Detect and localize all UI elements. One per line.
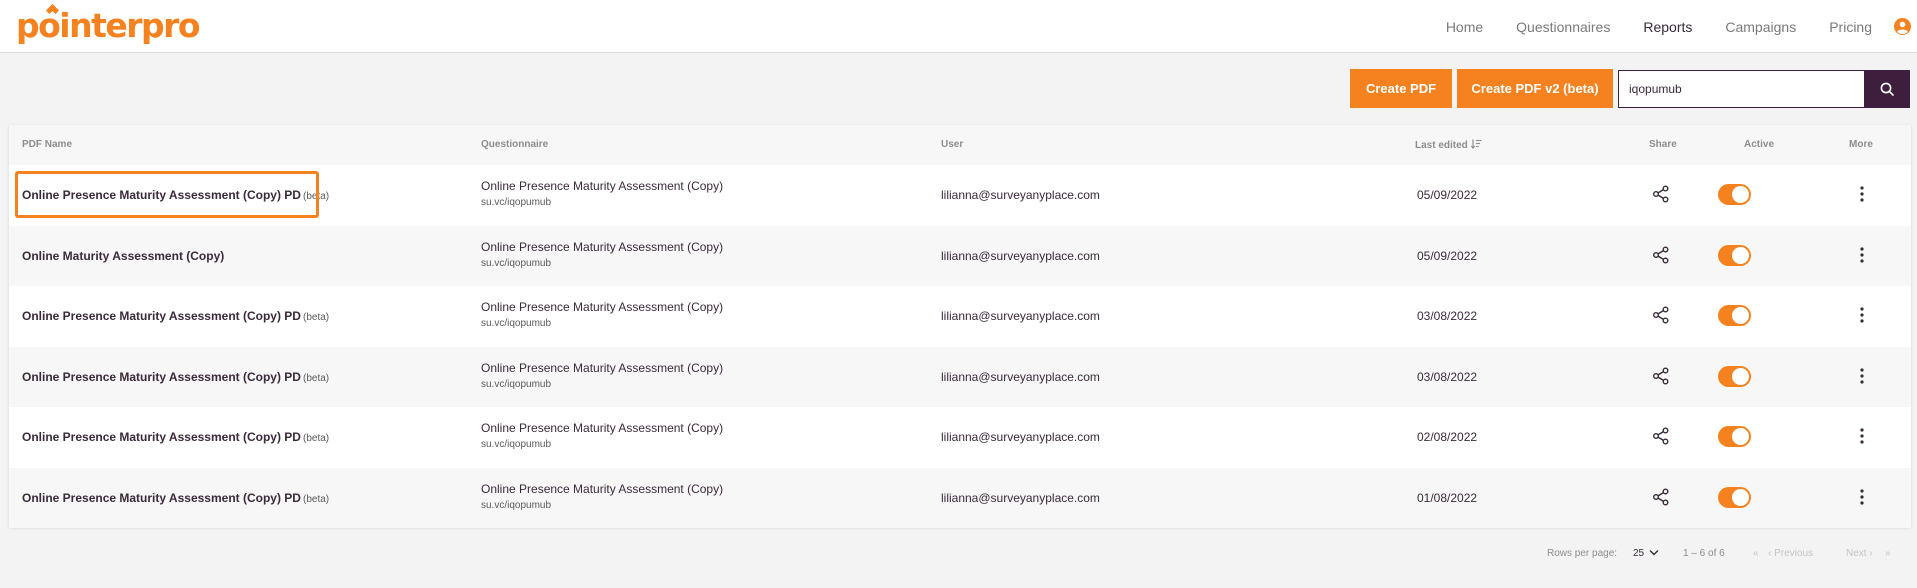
table-header: PDF Name Questionnaire User Last edited … bbox=[9, 125, 1911, 165]
user-email: lilianna@surveyanyplace.com bbox=[941, 369, 1100, 384]
last-page-button[interactable]: » bbox=[1885, 548, 1891, 559]
header-user: User bbox=[941, 139, 964, 150]
pdf-name-link[interactable]: Online Maturity Assessment (Copy) bbox=[22, 249, 224, 263]
table-row[interactable]: Online Presence Maturity Assessment (Cop… bbox=[9, 286, 1911, 346]
questionnaire-link[interactable]: su.vc/iqopumub bbox=[481, 258, 551, 269]
nav-home[interactable]: Home bbox=[1446, 19, 1483, 35]
questionnaire-title: Online Presence Maturity Assessment (Cop… bbox=[481, 300, 724, 314]
more-vertical-icon[interactable] bbox=[1858, 246, 1866, 264]
user-email: lilianna@surveyanyplace.com bbox=[941, 430, 1100, 444]
share-icon[interactable] bbox=[1652, 185, 1670, 203]
search-input[interactable] bbox=[1618, 70, 1864, 108]
active-toggle[interactable] bbox=[1718, 305, 1751, 326]
questionnaire-link[interactable]: su.vc/iqopumub bbox=[481, 318, 551, 329]
header-more: More bbox=[1849, 139, 1873, 150]
active-toggle[interactable] bbox=[1718, 244, 1751, 266]
questionnaire-title: Online Presence Maturity Assessment (Cop… bbox=[481, 421, 724, 435]
header-active: Active bbox=[1744, 139, 1775, 150]
beta-badge: (beta) bbox=[302, 372, 330, 384]
table-row[interactable]: Online Presence Maturity Assessment (Cop… bbox=[9, 407, 1911, 467]
pointerpro-logo[interactable]: pointerpro bbox=[16, 4, 201, 48]
user-email: lilianna@surveyanyplace.com bbox=[941, 309, 1100, 323]
active-toggle[interactable] bbox=[1718, 426, 1751, 447]
share-icon[interactable] bbox=[1652, 427, 1670, 445]
sort-descending-icon bbox=[1470, 139, 1482, 150]
pdf-name-link[interactable]: Online Presence Maturity Assessment (Cop… bbox=[22, 370, 329, 384]
nav-reports[interactable]: Reports bbox=[1643, 19, 1692, 35]
user-email: lilianna@surveyanyplace.com bbox=[941, 248, 1100, 263]
user-email: lilianna@surveyanyplace.com bbox=[941, 490, 1100, 505]
header-last-edited[interactable]: Last edited bbox=[1415, 139, 1482, 151]
more-vertical-icon[interactable] bbox=[1858, 185, 1866, 203]
questionnaire-link[interactable]: su.vc/iqopumub bbox=[481, 500, 551, 511]
questionnaire-title: Online Presence Maturity Assessment (Cop… bbox=[481, 481, 724, 496]
header-share: Share bbox=[1649, 139, 1677, 150]
highlight-box bbox=[15, 171, 319, 218]
user-circle-icon[interactable] bbox=[1894, 18, 1911, 35]
nav-pricing[interactable]: Pricing bbox=[1829, 19, 1872, 35]
questionnaire-link[interactable]: su.vc/iqopumub bbox=[481, 379, 551, 390]
active-toggle[interactable] bbox=[1718, 184, 1751, 205]
table-row[interactable]: Online Maturity Assessment (Copy) Online … bbox=[9, 225, 1911, 286]
last-edited-date: 01/08/2022 bbox=[1417, 490, 1478, 505]
share-icon[interactable] bbox=[1652, 488, 1670, 506]
next-page-button[interactable]: Next › bbox=[1846, 548, 1873, 559]
user-email: lilianna@surveyanyplace.com bbox=[941, 188, 1100, 202]
last-edited-date: 03/08/2022 bbox=[1417, 369, 1478, 384]
active-toggle[interactable] bbox=[1718, 486, 1751, 508]
toggle-knob bbox=[1732, 488, 1749, 506]
search-button[interactable] bbox=[1864, 70, 1910, 108]
questionnaire-title: Online Presence Maturity Assessment (Cop… bbox=[481, 239, 724, 254]
previous-page-button[interactable]: ‹ Previous bbox=[1768, 548, 1813, 559]
questionnaire-link[interactable]: su.vc/iqopumub bbox=[481, 197, 551, 208]
share-icon[interactable] bbox=[1652, 367, 1670, 385]
active-toggle[interactable] bbox=[1718, 365, 1751, 387]
search-icon bbox=[1880, 82, 1894, 96]
header-questionnaire: Questionnaire bbox=[481, 139, 549, 150]
share-icon[interactable] bbox=[1652, 246, 1670, 264]
create-pdf-button[interactable]: Create PDF bbox=[1350, 69, 1452, 108]
table-row[interactable]: Online Presence Maturity Assessment (Cop… bbox=[9, 346, 1911, 407]
pagination-range: 1 – 6 of 6 bbox=[1683, 548, 1725, 559]
toggle-knob bbox=[1732, 186, 1749, 203]
more-vertical-icon[interactable] bbox=[1858, 427, 1866, 445]
pdf-name-link[interactable]: Online Presence Maturity Assessment (Cop… bbox=[22, 491, 329, 505]
pdf-name-link[interactable]: Online Presence Maturity Assessment (Cop… bbox=[22, 430, 329, 444]
share-icon[interactable] bbox=[1652, 306, 1670, 324]
toggle-knob bbox=[1732, 246, 1749, 264]
questionnaire-link[interactable]: su.vc/iqopumub bbox=[481, 439, 551, 450]
more-vertical-icon[interactable] bbox=[1858, 367, 1866, 385]
last-edited-date: 02/08/2022 bbox=[1417, 430, 1478, 444]
beta-badge: (beta) bbox=[302, 312, 330, 323]
logo-diamond-icon bbox=[45, 3, 60, 16]
chevron-down-icon bbox=[1649, 550, 1659, 556]
rows-per-page-label: Rows per page: bbox=[1547, 548, 1618, 559]
beta-badge: (beta) bbox=[302, 493, 330, 505]
last-edited-date: 05/09/2022 bbox=[1417, 188, 1478, 202]
main-nav: Home Questionnaires Reports Campaigns Pr… bbox=[1446, 0, 1872, 53]
nav-campaigns[interactable]: Campaigns bbox=[1725, 19, 1796, 35]
nav-questionnaires[interactable]: Questionnaires bbox=[1516, 19, 1610, 35]
toggle-knob bbox=[1732, 367, 1749, 385]
header-pdf-name: PDF Name bbox=[22, 139, 73, 150]
questionnaire-title: Online Presence Maturity Assessment (Cop… bbox=[481, 179, 724, 193]
first-page-button[interactable]: « bbox=[1753, 548, 1759, 559]
toggle-knob bbox=[1732, 428, 1749, 445]
toggle-knob bbox=[1732, 307, 1749, 324]
questionnaire-title: Online Presence Maturity Assessment (Cop… bbox=[481, 360, 724, 375]
table-row[interactable]: Online Presence Maturity Assessment (Cop… bbox=[9, 467, 1911, 528]
top-navigation-bar: pointerpro Home Questionnaires Reports C… bbox=[0, 0, 1917, 53]
last-edited-date: 05/09/2022 bbox=[1417, 248, 1478, 263]
beta-badge: (beta) bbox=[302, 433, 330, 444]
last-edited-date: 03/08/2022 bbox=[1417, 309, 1478, 323]
pdf-name-link[interactable]: Online Presence Maturity Assessment (Cop… bbox=[22, 309, 329, 323]
more-vertical-icon[interactable] bbox=[1858, 306, 1866, 324]
rows-per-page-select[interactable]: 25 bbox=[1633, 548, 1659, 559]
more-vertical-icon[interactable] bbox=[1858, 488, 1866, 506]
create-pdf-v2-button[interactable]: Create PDF v2 (beta) bbox=[1457, 69, 1613, 108]
